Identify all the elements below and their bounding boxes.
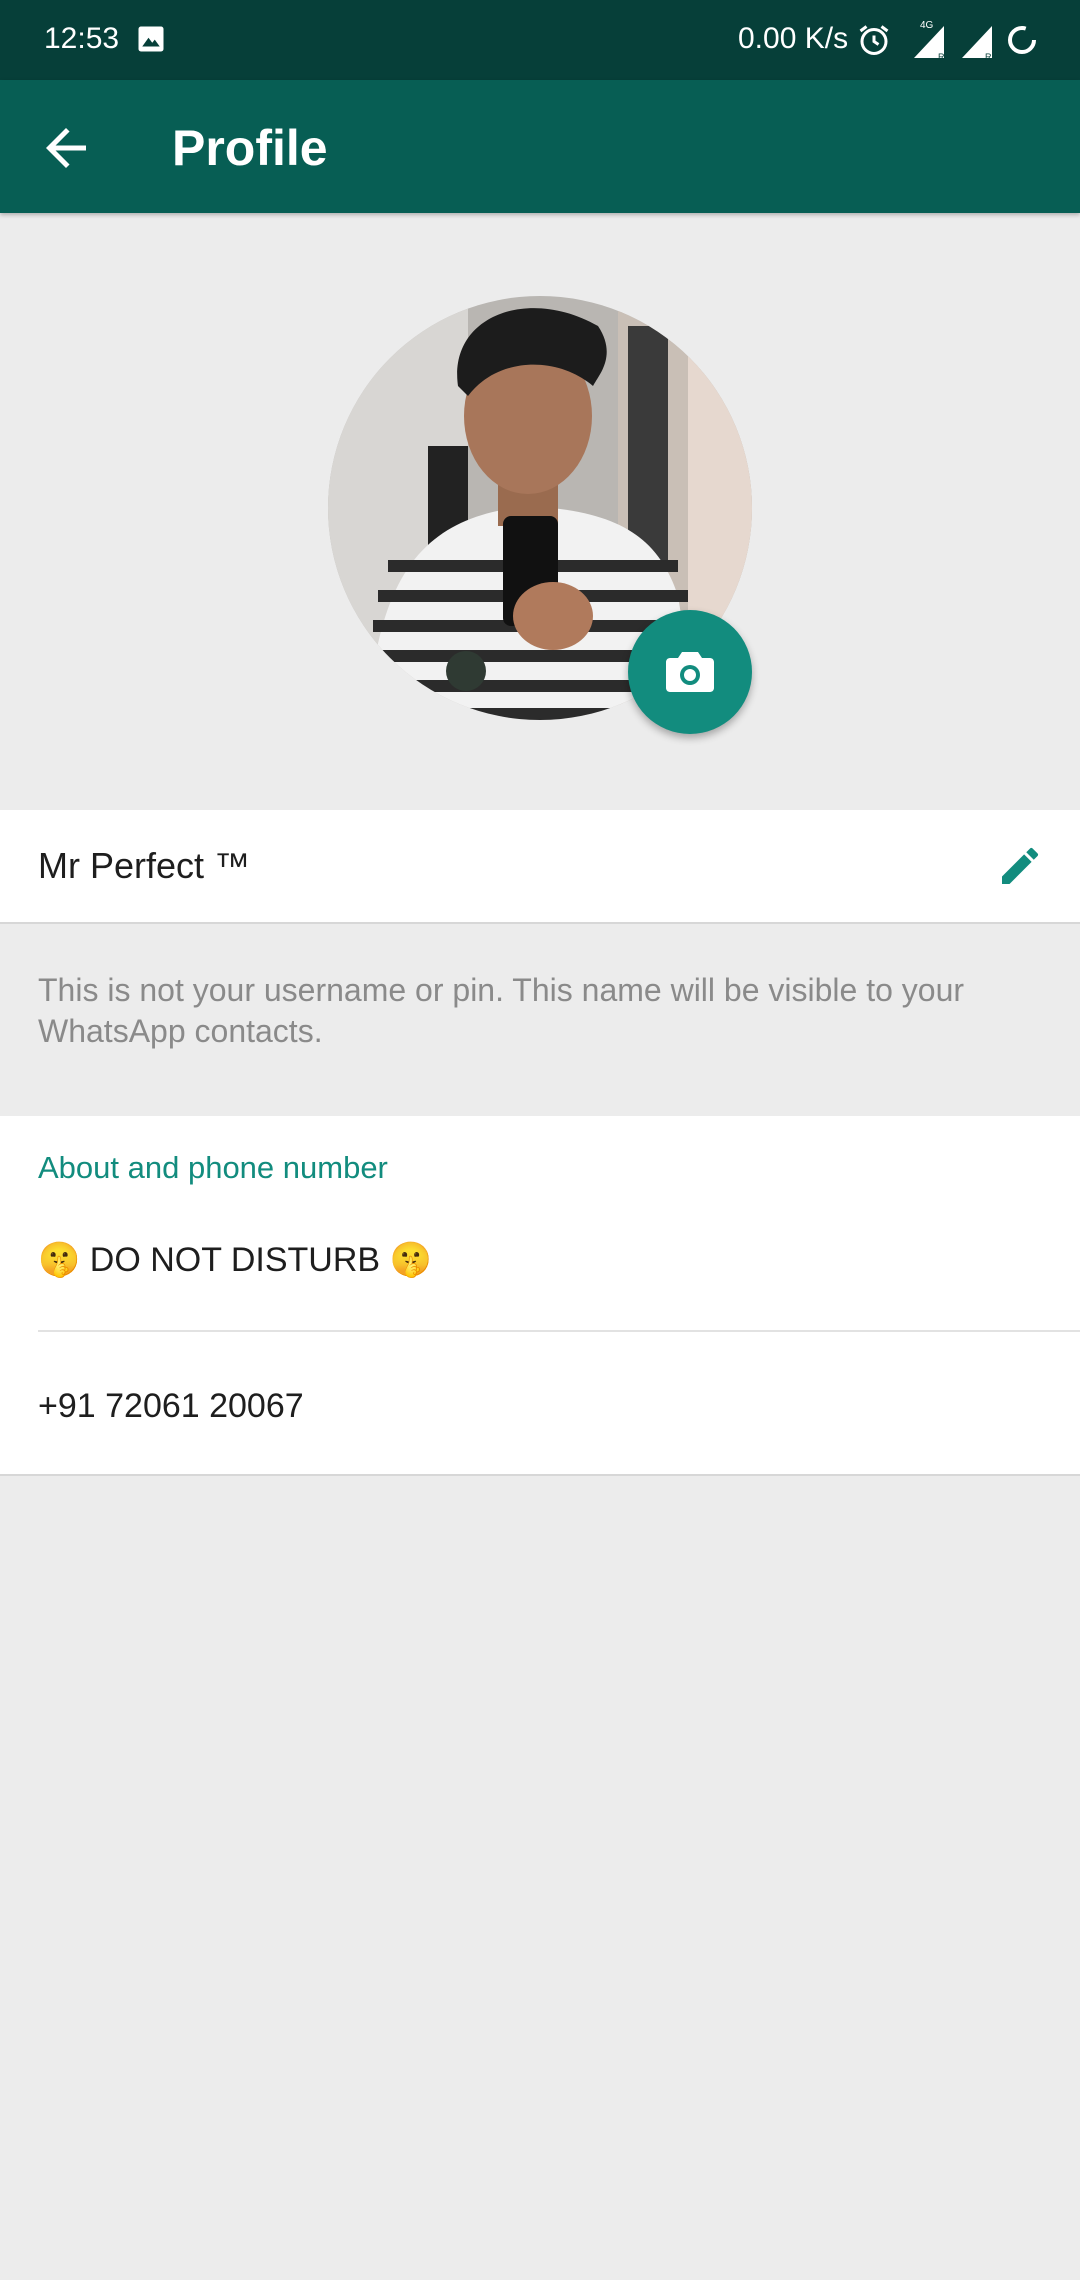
divider [38, 1330, 1080, 1332]
name-row[interactable]: Mr Perfect ™ [0, 810, 1080, 924]
profile-name: Mr Perfect ™ [38, 845, 251, 886]
about-row[interactable]: 🤫 DO NOT DISTURB 🤫 [0, 1196, 1080, 1332]
camera-icon [666, 652, 714, 692]
svg-text:R: R [985, 52, 992, 62]
image-icon [136, 24, 166, 54]
alarm-icon [856, 22, 892, 58]
phone-number: +91 72061 20067 [38, 1387, 304, 1425]
name-hint: This is not your username or pin. This n… [38, 972, 965, 1049]
phone-row[interactable]: +91 72061 20067 [0, 1334, 1080, 1474]
status-bar: 12:53 0.00 K/s 4G R R [0, 0, 1080, 80]
loading-ring-icon [1006, 24, 1038, 56]
signal-4g-icon: 4G R [906, 18, 952, 62]
signal-icon: R [958, 18, 998, 62]
status-time: 12:53 [44, 22, 120, 55]
section-header: About and phone number [38, 1150, 388, 1185]
app-bar: Profile [0, 80, 1080, 213]
svg-text:R: R [938, 52, 945, 62]
about-section: About and phone number 🤫 DO NOT DISTURB … [0, 1116, 1080, 1476]
page-title: Profile [172, 120, 328, 176]
back-button[interactable] [36, 118, 96, 178]
about-status: 🤫 DO NOT DISTURB 🤫 [38, 1241, 432, 1279]
pencil-icon [1002, 847, 1039, 884]
network-speed: 0.00 K/s [738, 22, 849, 55]
edit-name-button[interactable] [996, 842, 1044, 890]
arrow-back-icon [46, 128, 86, 168]
change-photo-button[interactable] [628, 610, 752, 734]
svg-text:4G: 4G [920, 20, 934, 31]
